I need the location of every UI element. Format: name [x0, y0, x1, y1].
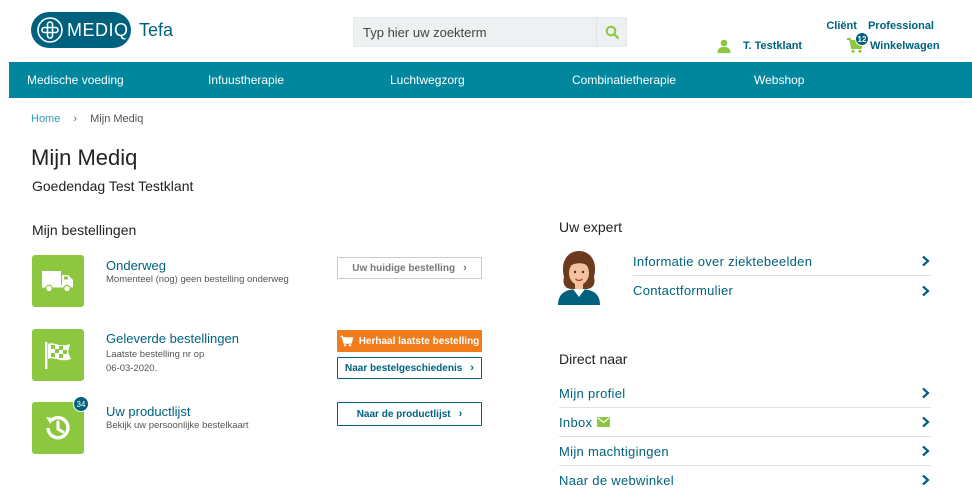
chevron-right-icon: ›	[463, 262, 467, 274]
mediq-cross-icon	[37, 17, 63, 43]
page-title: Mijn Mediq	[31, 145, 138, 170]
chevron-right-icon: ›	[458, 408, 463, 420]
order-title-geleverd[interactable]: Geleverde bestellingen	[106, 331, 239, 346]
search-button[interactable]	[596, 18, 626, 46]
productlist-button[interactable]: Naar de productlijst ›	[337, 402, 482, 426]
direct-link-inbox-label: Inbox	[559, 414, 593, 430]
direct-link-machtigingen-label: Mijn machtigingen	[559, 443, 669, 459]
orders-section-title: Mijn bestellingen	[32, 222, 137, 238]
arrow-right-icon	[921, 387, 931, 399]
expert-link-ziektebeelden-label: Informatie over ziektebeelden	[633, 253, 813, 269]
main-navigation: Medische voeding Infuustherapie Luchtweg…	[9, 62, 972, 98]
arrow-right-icon	[921, 474, 931, 486]
order-tile-productlijst[interactable]: 34	[32, 396, 89, 454]
order-desc-geleverd-line1: Laatste bestelling nr op	[106, 349, 205, 360]
user-name: T. Testklant	[743, 40, 803, 52]
repeat-last-order-label: Herhaal laatste bestelling	[358, 335, 480, 347]
expert-link-contactformulier-label: Contactformulier	[633, 283, 734, 298]
history-icon	[46, 416, 70, 440]
logo-subtitle: Tefa	[139, 19, 174, 40]
current-order-button-label: Uw huidige bestelling	[352, 262, 456, 274]
expert-section-title: Uw expert	[559, 219, 623, 235]
nav-item-medische-voeding[interactable]: Medische voeding	[27, 73, 124, 87]
expert-link-contactformulier[interactable]: Contactformulier	[633, 276, 931, 305]
arrow-right-icon	[921, 255, 931, 267]
breadcrumb-home[interactable]: Home	[31, 113, 60, 125]
direct-link-profiel[interactable]: Mijn profiel	[559, 379, 931, 408]
cart-label: Winkelwagen	[870, 40, 940, 52]
checkered-flag-icon	[45, 342, 71, 369]
logo-text: MEDIQ	[67, 19, 129, 40]
truck-icon	[42, 271, 73, 293]
expert-link-ziektebeelden[interactable]: Informatie over ziektebeelden	[633, 247, 931, 276]
order-desc-geleverd-line2: 06-03-2020.	[106, 363, 158, 374]
shopping-cart[interactable]: 12 Winkelwagen	[846, 32, 940, 54]
nav-item-combinatietherapie[interactable]: Combinatietherapie	[572, 73, 676, 87]
direct-link-webwinkel[interactable]: Naar de webwinkel	[559, 466, 931, 491]
current-order-button[interactable]: Uw huidige bestelling ›	[337, 257, 482, 279]
professional-link[interactable]: Professional	[868, 20, 934, 32]
client-link[interactable]: Cliënt	[826, 20, 857, 32]
order-desc-onderweg: Momenteel (nog) geen bestelling onderweg	[106, 274, 289, 285]
direct-link-profiel-label: Mijn profiel	[559, 385, 626, 401]
expert-avatar	[558, 251, 600, 305]
order-desc-productlijst: Bekijk uw persoonlijke bestelkaart	[106, 420, 249, 431]
arrow-right-icon	[921, 445, 931, 457]
nav-item-luchtwegzorg[interactable]: Luchtwegzorg	[390, 73, 465, 87]
arrow-right-icon	[921, 416, 931, 428]
direct-link-inbox[interactable]: Inbox	[559, 408, 931, 437]
breadcrumb-current: Mijn Mediq	[90, 113, 144, 125]
direct-link-webwinkel-label: Naar de webwinkel	[559, 472, 674, 488]
cart-count-badge: 12	[855, 32, 869, 46]
order-title-productlijst[interactable]: Uw productlijst	[106, 404, 191, 419]
order-history-button[interactable]: Naar bestelgeschiedenis ›	[337, 357, 482, 379]
nav-item-infuustherapie[interactable]: Infuustherapie	[208, 73, 284, 87]
order-history-label: Naar bestelgeschiedenis	[345, 362, 463, 374]
search-bar	[353, 17, 627, 47]
mail-icon	[597, 417, 611, 427]
mediq-logo[interactable]: MEDIQ Tefa	[31, 12, 173, 48]
repeat-last-order-button[interactable]: Herhaal laatste bestelling	[337, 330, 482, 352]
cart-icon	[340, 335, 353, 347]
productlist-button-label: Naar de productlijst	[356, 408, 451, 420]
direct-section-title: Direct naar	[559, 351, 628, 367]
nav-item-webshop[interactable]: Webshop	[754, 73, 804, 87]
chevron-right-icon: ›	[470, 362, 474, 374]
greeting: Goedendag Test Testklant	[32, 178, 194, 194]
search-input[interactable]	[354, 18, 596, 46]
direct-link-machtigingen[interactable]: Mijn machtigingen	[559, 437, 931, 466]
user-icon	[717, 39, 731, 53]
order-title-onderweg[interactable]: Onderweg	[106, 258, 166, 273]
order-tile-onderweg[interactable]	[32, 255, 84, 307]
breadcrumb: Home › Mijn Mediq	[31, 113, 143, 125]
user-account[interactable]: T. Testklant	[717, 39, 802, 53]
order-tile-geleverd[interactable]	[32, 329, 84, 381]
productlist-count-badge: 34	[73, 396, 89, 412]
audience-links: Cliënt Professional	[818, 20, 934, 32]
search-icon	[605, 25, 619, 39]
breadcrumb-separator-icon: ›	[73, 113, 78, 125]
logo-pill: MEDIQ	[31, 12, 131, 48]
arrow-right-icon	[921, 285, 931, 297]
